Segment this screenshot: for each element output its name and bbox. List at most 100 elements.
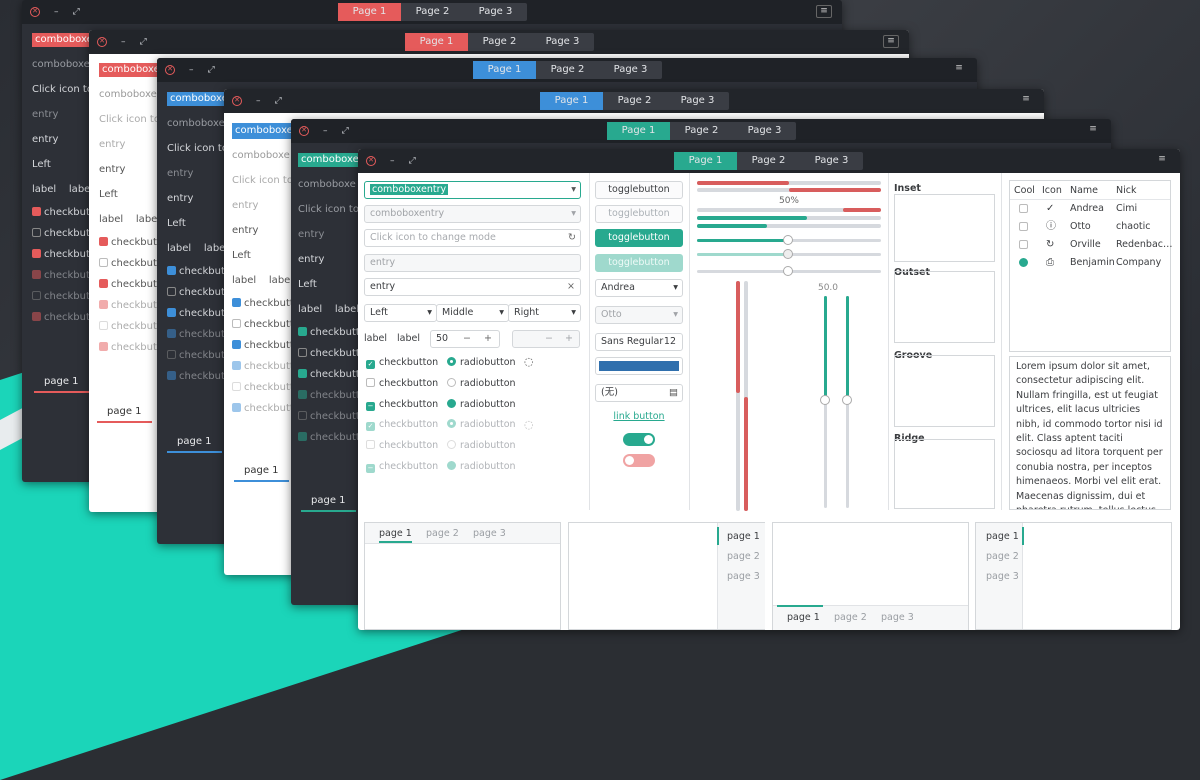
maximize-icon[interactable]: ⤢ <box>140 37 147 47</box>
combobox-entry[interactable]: comboboxen <box>167 92 227 106</box>
table-row[interactable]: ⓘ Otto chaotic <box>1010 218 1170 236</box>
notebook-tab-page-3[interactable]: page 3 <box>727 571 760 582</box>
column-header-nick[interactable]: Nick <box>1116 182 1136 200</box>
entry[interactable]: entry × <box>364 278 581 296</box>
checkbutton-label[interactable]: checkbutton <box>179 287 227 298</box>
checkbutton-label[interactable]: checkbutton <box>179 308 227 319</box>
checkbutton-label[interactable]: checkbutton <box>111 237 159 248</box>
align-combo[interactable]: Left <box>167 212 227 236</box>
align-combo[interactable]: Left <box>298 273 358 297</box>
checkbutton-unchecked[interactable]: checkbutton <box>366 377 438 391</box>
minimize-icon[interactable]: – <box>189 65 194 75</box>
notebook-tab[interactable]: page 1 <box>301 495 356 512</box>
file-chooser-button[interactable]: (无) ▤ <box>595 384 683 402</box>
maximize-icon[interactable]: ⤢ <box>409 156 416 166</box>
menu-icon[interactable]: ≡ <box>1154 154 1170 167</box>
spin-plus[interactable]: + <box>484 331 492 347</box>
menu-icon[interactable]: ≡ <box>816 5 832 18</box>
notebook-tab-page-1[interactable]: page 1 <box>986 531 1019 542</box>
combo-andrea[interactable]: Andrea ▾ <box>595 279 683 297</box>
text-view[interactable]: Lorem ipsum dolor sit amet, consectetur … <box>1009 356 1171 510</box>
entry[interactable]: entry <box>32 128 92 152</box>
checkbox-icon[interactable] <box>1019 222 1028 231</box>
table-row[interactable]: ✓ Andrea Cimi <box>1010 200 1170 218</box>
icon-entry[interactable]: Click icon to <box>99 108 159 132</box>
tab-page-3[interactable]: Page 3 <box>464 3 527 21</box>
refresh-icon[interactable]: ↻ <box>568 230 576 246</box>
close-icon[interactable]: ✕ <box>366 156 376 166</box>
icon-entry[interactable]: Click icon to change mode ↻ <box>364 229 581 247</box>
notebook-tab[interactable]: page 1 <box>234 465 289 482</box>
tab-page-2[interactable]: Page 2 <box>468 33 531 51</box>
font-button[interactable]: Sans Regular 12 <box>595 333 683 351</box>
column-header-cool[interactable]: Cool <box>1014 182 1035 200</box>
notebook-tab-page-1[interactable]: page 1 <box>727 531 760 542</box>
table-row[interactable]: ⎙ Benjamin Company <box>1010 254 1170 272</box>
notebook-tab-page-2[interactable]: page 2 <box>727 551 760 562</box>
minimize-icon[interactable]: – <box>323 126 328 136</box>
switch-on[interactable] <box>623 433 655 446</box>
tab-page-1[interactable]: Page 1 <box>607 122 670 140</box>
tree-view[interactable]: Cool Icon Name Nick ✓ Andrea Cimi ⓘ Otto… <box>1009 180 1173 352</box>
checkbutton-label[interactable]: checkbutton <box>244 340 292 351</box>
checkbutton-label[interactable]: checkbutton <box>44 228 92 239</box>
combobox-entry[interactable]: comboboxentry ▾ <box>364 181 581 199</box>
clear-icon[interactable]: × <box>567 279 575 295</box>
checkbutton-label[interactable]: checkbutton <box>310 348 358 359</box>
tab-page-2[interactable]: Page 2 <box>670 122 733 140</box>
checkbutton-label[interactable]: checkbutton <box>111 279 159 290</box>
check-icon[interactable] <box>1019 204 1028 213</box>
entry[interactable]: entry <box>167 187 227 211</box>
menu-icon[interactable]: ≡ <box>883 35 899 48</box>
chevron-down-icon[interactable]: ▾ <box>571 182 576 198</box>
menu-icon[interactable]: ≡ <box>951 63 967 76</box>
icon-entry[interactable]: Click icon to <box>167 137 227 161</box>
align-combo[interactable]: Left <box>32 153 92 177</box>
check-icon[interactable] <box>1019 240 1028 249</box>
close-icon[interactable]: ✕ <box>97 37 107 47</box>
minimize-icon[interactable]: – <box>390 156 395 166</box>
icon-entry[interactable]: Click icon to <box>32 78 92 102</box>
spin-minus[interactable]: − <box>463 331 471 347</box>
combobox-entry[interactable]: comboboxen <box>232 123 292 139</box>
maximize-icon[interactable]: ⤢ <box>73 7 80 17</box>
vertical-scale-knob[interactable] <box>842 395 852 405</box>
menu-icon[interactable]: ≡ <box>1018 94 1034 107</box>
align-right-combo[interactable]: Right ▾ <box>508 304 581 322</box>
tab-page-1[interactable]: Page 1 <box>405 33 468 51</box>
notebook-tab-page-1[interactable]: page 1 <box>379 528 412 543</box>
checkbutton-label[interactable]: checkbutton <box>179 266 227 277</box>
togglebutton[interactable]: togglebutton <box>595 181 683 199</box>
notebook-tab-page-2[interactable]: page 2 <box>986 551 1019 562</box>
minimize-icon[interactable]: – <box>256 96 261 106</box>
notebook-tab[interactable]: page 1 <box>167 436 222 453</box>
icon-entry[interactable]: Click icon to <box>232 169 292 193</box>
checkbutton-label[interactable]: checkbutton <box>44 207 92 218</box>
tab-page-3[interactable]: Page 3 <box>733 122 796 140</box>
close-icon[interactable]: ✕ <box>30 7 40 17</box>
checkbutton-mixed[interactable]: − checkbutton <box>366 398 438 412</box>
maximize-icon[interactable]: ⤢ <box>208 65 215 75</box>
checkbutton-label[interactable]: checkbutton <box>310 327 358 338</box>
notebook-tab[interactable]: page 1 <box>97 406 152 423</box>
tab-page-3[interactable]: Page 3 <box>800 152 863 170</box>
checkbutton-label[interactable]: checkbutton <box>111 258 159 269</box>
notebook-tab-page-2[interactable]: page 2 <box>426 528 459 539</box>
icon-entry[interactable]: Click icon to <box>298 198 358 222</box>
radiobutton-mixed[interactable]: radiobutton <box>447 398 516 412</box>
radio-icon[interactable] <box>1019 258 1028 267</box>
scale-knob[interactable] <box>783 266 793 276</box>
align-left-combo[interactable]: Left ▾ <box>364 304 437 322</box>
tab-page-1[interactable]: Page 1 <box>473 61 536 79</box>
checkbutton-label[interactable]: checkbutton <box>44 249 92 260</box>
entry[interactable]: entry <box>298 248 358 272</box>
minimize-icon[interactable]: – <box>54 7 59 17</box>
scale-knob[interactable] <box>783 235 793 245</box>
checkbutton-label[interactable]: checkbutton <box>310 369 358 380</box>
checkbutton-label[interactable]: checkbutton <box>244 319 292 330</box>
tab-page-3[interactable]: Page 3 <box>531 33 594 51</box>
entry[interactable]: entry <box>99 158 159 182</box>
tab-page-1[interactable]: Page 1 <box>540 92 603 110</box>
align-combo[interactable]: Left <box>232 244 292 268</box>
combobox-entry[interactable]: comboboxen <box>298 153 358 167</box>
